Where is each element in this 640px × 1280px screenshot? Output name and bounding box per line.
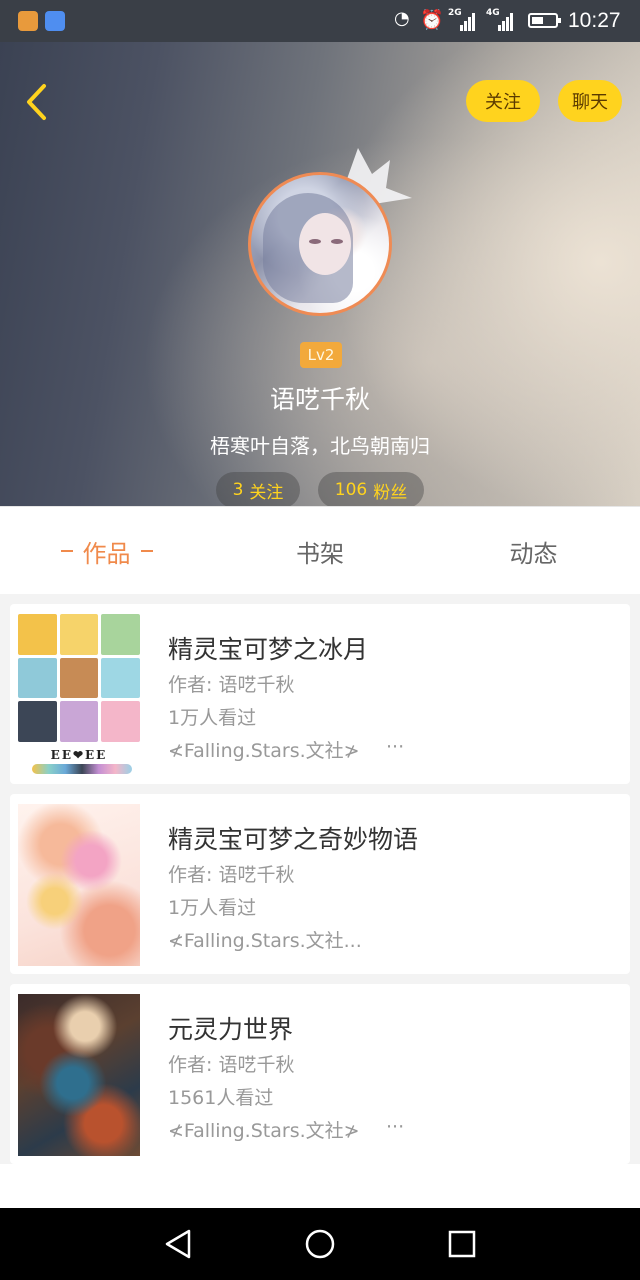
chevron-left-icon [27, 84, 46, 120]
book-cover: EE❤EE [18, 614, 140, 776]
book-card[interactable]: 精灵宝可梦之奇妙物语 作者: 语呓千秋 1万人看过 ≮Falling.Stars… [10, 794, 630, 974]
follow-button[interactable]: 关注 [466, 80, 540, 122]
tab-works[interactable]: 作品 [0, 507, 213, 595]
nav-back-button[interactable] [160, 1226, 196, 1262]
signal-icon [498, 12, 514, 31]
tab-label: 作品 [82, 539, 131, 568]
chat-button[interactable]: 聊天 [558, 80, 622, 122]
username: 语呓千秋 [269, 385, 370, 414]
app-music-icon [45, 11, 65, 31]
book-views: 1万人看过 [168, 707, 257, 729]
book-card[interactable]: EE❤EE 精灵宝可梦之冰月 作者: 语呓千秋 1万人看过 ≮Falling.S… [10, 604, 630, 784]
signal-icon [460, 12, 476, 31]
following-count-button[interactable]: 3 关注 [216, 472, 300, 506]
book-author: 作者: 语呓千秋 [168, 1054, 295, 1076]
more-icon: ··· [386, 736, 405, 758]
level-badge: Lv2 [300, 342, 342, 368]
fans-count: 106 [334, 480, 368, 500]
profile-tabs: 作品 书架 动态 [0, 506, 640, 595]
system-nav-bar [0, 1208, 640, 1280]
avatar-wrapper[interactable] [248, 172, 392, 316]
book-views: 1561人看过 [168, 1087, 274, 1109]
following-count: 3 [232, 480, 244, 500]
book-list: EE❤EE 精灵宝可梦之冰月 作者: 语呓千秋 1万人看过 ≮Falling.S… [0, 594, 640, 1164]
book-tag: ≮Falling.Stars.文社... [168, 930, 362, 952]
following-label: 关注 [249, 482, 284, 503]
avatar[interactable] [248, 172, 392, 316]
book-card[interactable]: 元灵力世界 作者: 语呓千秋 1561人看过 ≮Falling.Stars.文社… [10, 984, 630, 1164]
more-icon: ··· [386, 1116, 405, 1138]
status-time: 10:27 [568, 9, 621, 32]
book-title: 元灵力世界 [168, 1015, 294, 1044]
profile-header: 关注 聊天 Lv2 语呓千秋 梧寒叶自落，北鸟朝南归 3 关注 106 粉丝 [0, 42, 640, 506]
book-views: 1万人看过 [168, 897, 257, 919]
book-title: 精灵宝可梦之冰月 [168, 635, 369, 664]
square-recents-icon [448, 1230, 476, 1258]
tab-label: 书架 [296, 539, 344, 568]
book-tag: ≮Falling.Stars.文社≯ [168, 740, 360, 762]
book-author: 作者: 语呓千秋 [168, 864, 295, 886]
back-button[interactable] [16, 82, 56, 122]
book-cover [18, 994, 140, 1156]
battery-icon [528, 13, 561, 28]
book-tag: ≮Falling.Stars.文社≯ [168, 1120, 360, 1142]
nav-home-button[interactable] [302, 1226, 338, 1262]
tab-indicator-right [140, 550, 153, 552]
status-bar: ◔ ⏰ 2G 4G 10:27 [0, 0, 640, 42]
nav-recents-button[interactable] [444, 1226, 480, 1262]
alarm-icon: ⏰ [420, 9, 444, 31]
triangle-back-icon [165, 1229, 191, 1259]
app-video-icon [18, 11, 38, 31]
fans-label: 粉丝 [373, 482, 408, 503]
circle-home-icon [305, 1229, 335, 1259]
list-footer [0, 1164, 640, 1208]
nfc-icon: ◔ [394, 8, 410, 29]
tab-indicator-left [60, 550, 73, 552]
tab-bookshelf[interactable]: 书架 [213, 507, 427, 595]
cover-caption: EE❤EE [50, 748, 108, 762]
book-author: 作者: 语呓千秋 [168, 674, 295, 696]
fans-count-button[interactable]: 106 粉丝 [318, 472, 424, 506]
user-signature: 梧寒叶自落，北鸟朝南归 [210, 434, 430, 458]
book-cover [18, 804, 140, 966]
tab-label: 动态 [509, 539, 558, 568]
book-title: 精灵宝可梦之奇妙物语 [168, 825, 419, 854]
tab-activity[interactable]: 动态 [427, 507, 640, 595]
